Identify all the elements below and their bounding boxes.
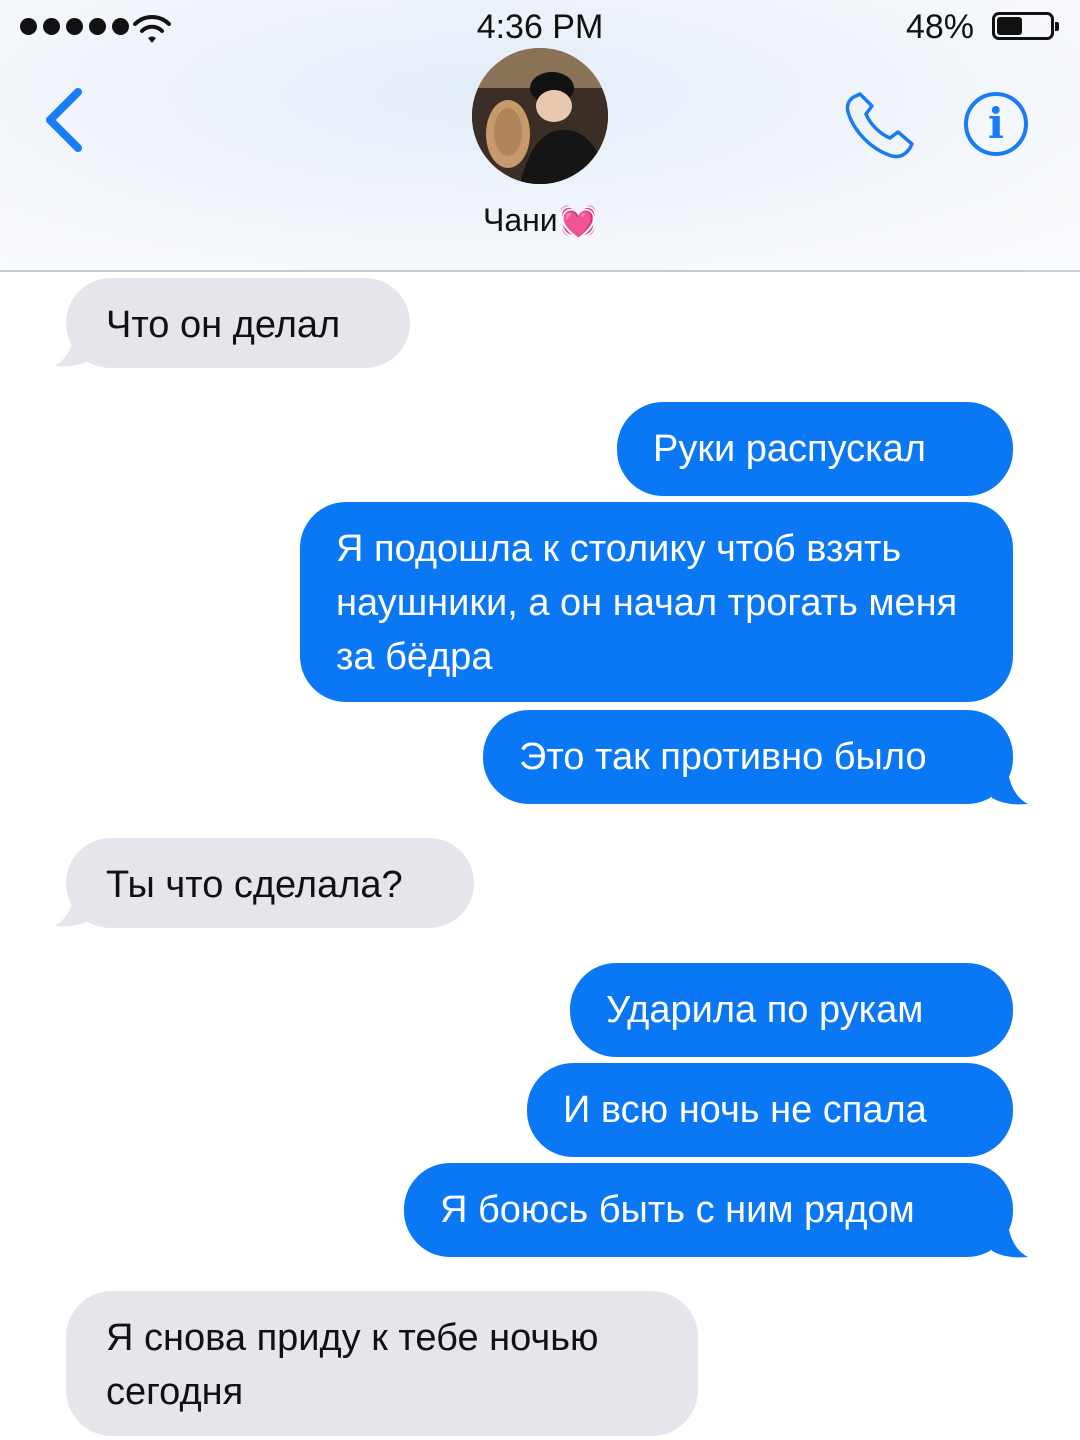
message-text: И всю ночь не спала [563, 1089, 927, 1131]
message-text: Ты что сделала? [106, 864, 403, 906]
sent-message[interactable]: Руки распускал [617, 402, 1013, 496]
bubble-tail [992, 772, 1028, 805]
heart-emoji: 💓 [559, 205, 598, 238]
message-text: Я боюсь быть с ним рядом [440, 1189, 915, 1231]
info-icon: i [988, 99, 1004, 148]
received-message[interactable]: Ты что сделала? [66, 838, 474, 928]
battery-level-fill [997, 17, 1022, 35]
battery-icon [992, 12, 1059, 40]
message-text: Руки распускал [653, 428, 926, 470]
message-text: Это так противно было [519, 736, 927, 778]
phone-icon[interactable] [842, 90, 918, 162]
sent-message[interactable]: Это так противно было [483, 710, 1013, 804]
contact-name[interactable]: Чани💓 [0, 202, 1080, 239]
sent-message[interactable]: Ударила по рукам [570, 963, 1013, 1057]
received-message[interactable]: Я снова приду к тебе ночью сегодня [66, 1291, 698, 1436]
avatar-photo [472, 48, 608, 184]
message-text: Что он делал [106, 304, 341, 346]
contact-name-text: Чани [482, 202, 558, 238]
conversation-header: 4:36 PM 48% Чани💓 i [0, 0, 1080, 272]
contact-avatar[interactable] [472, 48, 608, 184]
bubble-tail [54, 336, 90, 367]
battery-percentage: 48% [905, 8, 974, 46]
info-button[interactable]: i [964, 92, 1028, 156]
chevron-left-icon[interactable] [40, 84, 90, 156]
bubble-tail [992, 1225, 1028, 1258]
message-text: Я подошла к столику чтоб взять наушники,… [336, 528, 958, 678]
bubble-tail [54, 896, 90, 927]
message-text: Я снова приду к тебе ночью сегодня [106, 1317, 599, 1413]
sent-message[interactable]: Я боюсь быть с ним рядом [404, 1163, 1013, 1257]
received-message[interactable]: Что он делал [66, 278, 410, 368]
sent-message[interactable]: Я подошла к столику чтоб взять наушники,… [300, 502, 1013, 702]
message-text: Ударила по рукам [606, 989, 924, 1031]
sent-message[interactable]: И всю ночь не спала [527, 1063, 1013, 1157]
